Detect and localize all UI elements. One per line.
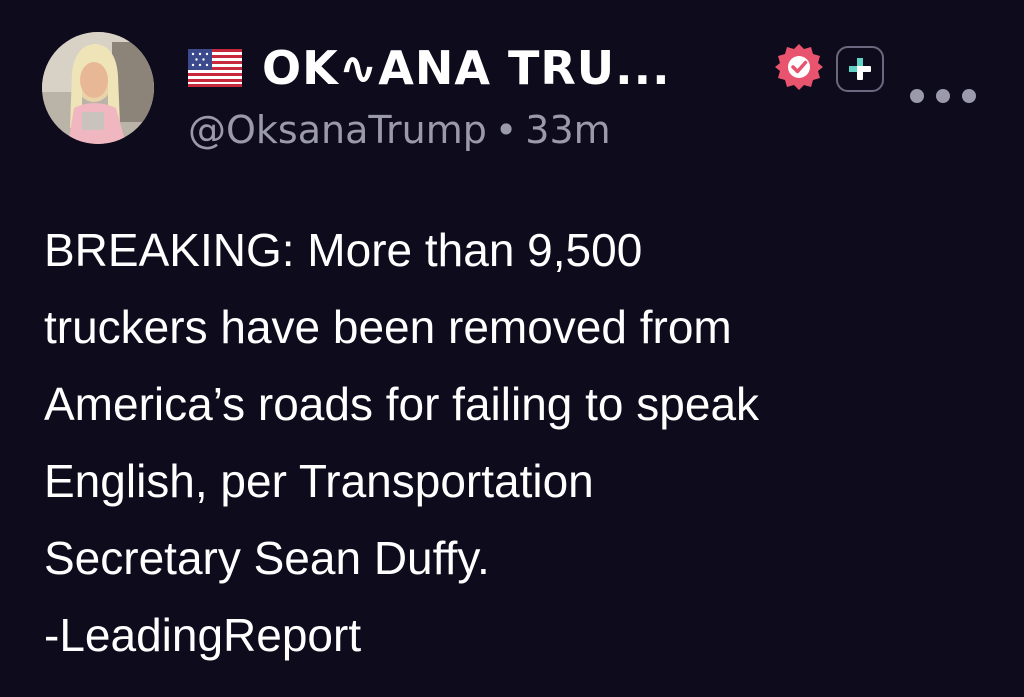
- meta-separator: •: [494, 108, 518, 152]
- author-handle[interactable]: @OksanaTrump: [188, 108, 487, 152]
- verified-check-icon: [774, 42, 824, 92]
- us-flag-icon: [188, 49, 242, 87]
- post-text-line: Secretary Sean Duffy.: [44, 532, 490, 584]
- avatar[interactable]: [42, 32, 154, 144]
- post-text-line: -LeadingReport: [44, 609, 362, 661]
- author-header: OK∿ANA TRU...: [188, 40, 671, 96]
- plus-icon: [849, 58, 871, 80]
- post-card: OK∿ANA TRU... @OksanaTrump • 33m BREAKING:…: [0, 0, 1024, 697]
- avatar-image: [42, 32, 154, 144]
- follow-plus-button[interactable]: [836, 46, 884, 92]
- post-body: BREAKING: More than 9,500 truckers have …: [44, 212, 984, 674]
- post-text-line: America’s roads for failing to speak: [44, 378, 760, 430]
- post-timestamp[interactable]: 33m: [525, 108, 610, 152]
- post-text-line: truckers have been removed from: [44, 301, 732, 353]
- display-name[interactable]: OK∿ANA TRU...: [262, 41, 671, 95]
- more-options-button[interactable]: [910, 80, 976, 112]
- post-text-line: English, per Transportation: [44, 455, 594, 507]
- author-meta: @OksanaTrump • 33m: [188, 108, 611, 152]
- post-text-line: BREAKING: More than 9,500: [44, 224, 643, 276]
- more-dots-icon: [910, 89, 924, 103]
